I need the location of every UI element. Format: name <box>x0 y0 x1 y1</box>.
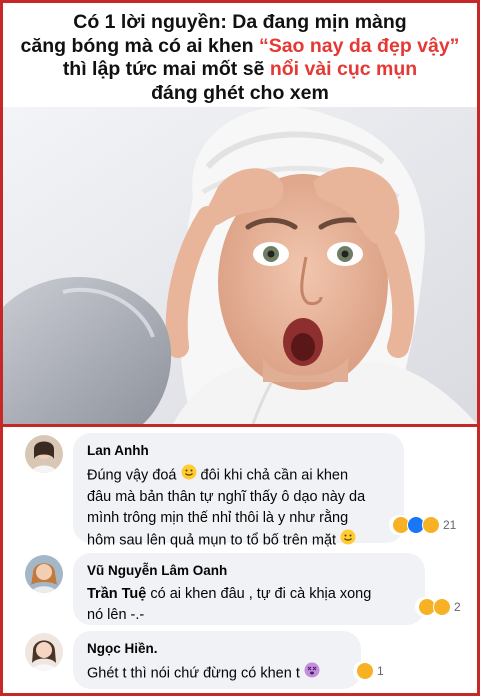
comment-text: Ghét t thì nói chứ đừng có khen t <box>87 662 347 685</box>
sad-reaction-icon <box>433 598 451 616</box>
comment-text: Trần Tuệ có ai khen đâu , tự đi cà khịa … <box>87 584 411 626</box>
post-frame: Có 1 lời nguyền: Da đang mịn màng căng b… <box>0 0 480 696</box>
comment-bubble: Ngọc Hiền. Ghét t thì nói chứ đừng có kh… <box>73 631 361 689</box>
post-headline: Có 1 lời nguyền: Da đang mịn màng căng b… <box>3 3 477 107</box>
mentioned-user-link[interactable]: Trần Tuệ <box>87 586 146 602</box>
comment-bubble: Vũ Nguyễn Lâm Oanh Trần Tuệ có ai khen đ… <box>73 553 425 625</box>
headline-line-4: đáng ghét cho xem <box>151 81 329 104</box>
comment-author[interactable]: Lan Anhh <box>87 443 390 458</box>
reaction-summary[interactable]: 2 <box>415 597 464 617</box>
woman-mirror-illustration <box>3 107 477 424</box>
comment-author[interactable]: Ngọc Hiền. <box>87 641 347 656</box>
reaction-count: 1 <box>377 664 384 678</box>
headline-line-1: Có 1 lời nguyền: Da đang mịn màng <box>73 11 407 33</box>
headline-highlight: nổi vài cục mụn <box>269 58 418 80</box>
avatar[interactable] <box>25 435 63 473</box>
dizzy-face-emoji-icon <box>304 662 320 685</box>
post-photo <box>3 107 477 424</box>
comment-bubble: Lan Anhh Đúng vậy đoá đôi khi chả cần ai… <box>73 433 404 548</box>
reaction-count: 2 <box>454 600 461 614</box>
smile-emoji-icon <box>340 529 356 552</box>
avatar-photo-icon <box>25 555 63 593</box>
avatar[interactable] <box>25 633 63 671</box>
reaction-summary[interactable]: 21 <box>389 515 460 535</box>
reaction-summary[interactable]: 1 <box>353 661 387 681</box>
comment-text-part: Ghét t thì nói chứ đừng có khen t <box>87 665 300 682</box>
headline-line-3-text: thì lập tức mai mốt sẽ <box>62 58 270 80</box>
haha-reaction-icon <box>356 662 374 680</box>
comment-author[interactable]: Vũ Nguyễn Lâm Oanh <box>87 563 411 578</box>
headline-line-2-text: căng bóng mà có ai khen <box>20 34 259 57</box>
avatar-photo-icon <box>25 633 63 671</box>
headline-quote: “Sao nay da đẹp vậy” <box>258 34 460 57</box>
avatar-photo-icon <box>25 435 63 473</box>
comments-section: Lan Anhh Đúng vậy đoá đôi khi chả cần ai… <box>3 427 477 693</box>
headline-line-3: thì lập tức mai mốt sẽ nổi vài cục mụn <box>3 58 477 82</box>
avatar[interactable] <box>25 555 63 593</box>
sad-reaction-icon <box>422 516 440 534</box>
comment-text-part: Đúng vậy đoá <box>87 467 177 484</box>
smile-emoji-icon <box>181 464 197 487</box>
headline-line-2: căng bóng mà có ai khen “Sao nay da đẹp … <box>3 35 477 59</box>
comment-text: Đúng vậy đoá đôi khi chả cần ai khen đâu… <box>87 464 390 552</box>
reaction-count: 21 <box>443 518 457 532</box>
